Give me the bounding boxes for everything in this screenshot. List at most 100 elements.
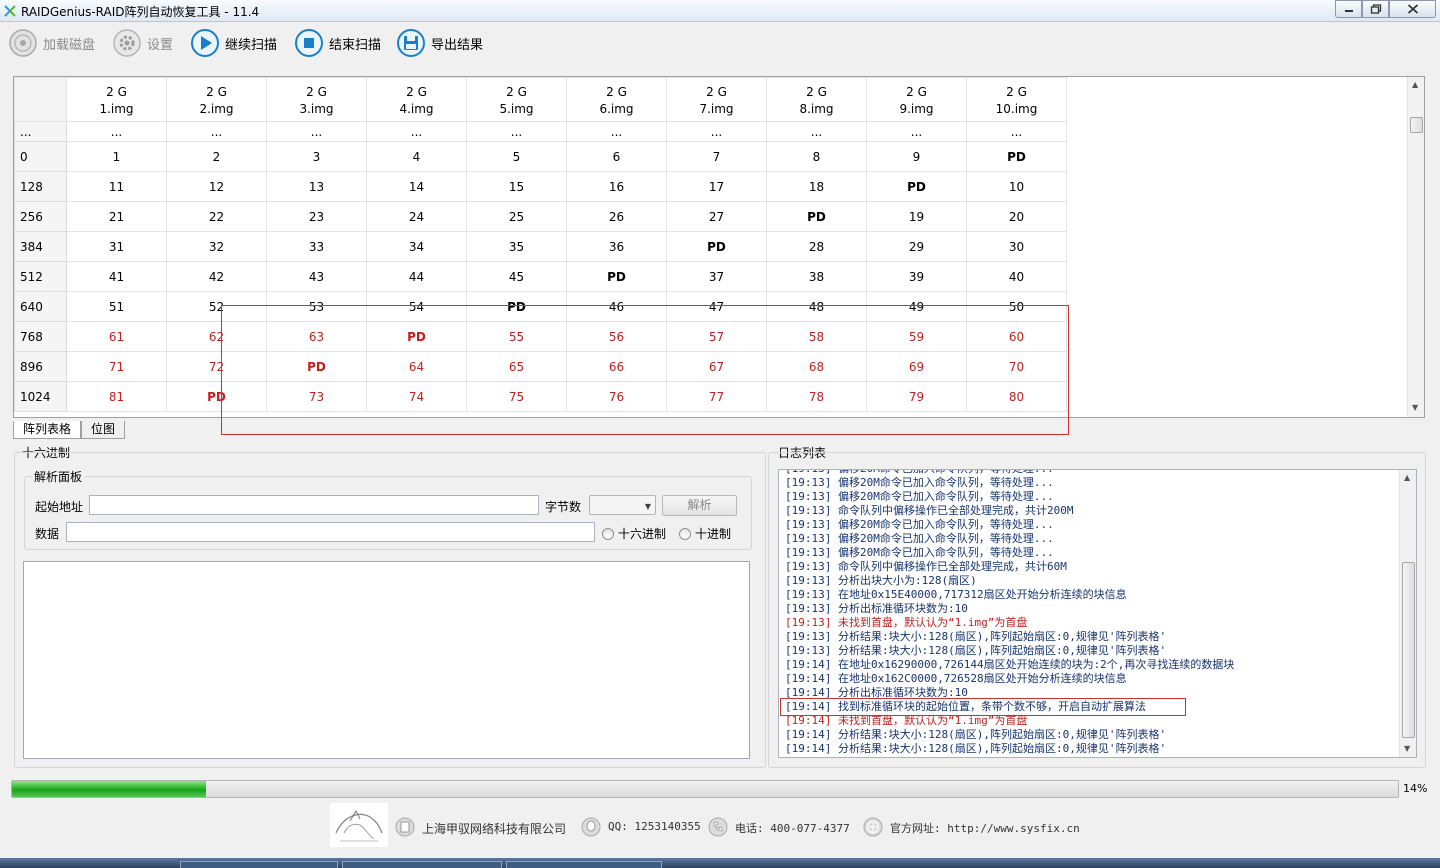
- table-cell[interactable]: 51: [66, 291, 167, 322]
- table-cell[interactable]: 21: [66, 201, 167, 232]
- log-scroll-thumb[interactable]: [1402, 562, 1415, 738]
- table-cell[interactable]: 72: [166, 351, 267, 382]
- column-header-disk[interactable]: 2 G 10.img: [966, 77, 1067, 122]
- table-cell[interactable]: ...: [966, 121, 1067, 142]
- table-cell[interactable]: 56: [566, 321, 667, 352]
- column-header-disk[interactable]: 2 G 1.img: [66, 77, 167, 122]
- raid-array-grid[interactable]: 2 G 1.img 2 G 2.img 2 G 3.img 2 G 4.img 2 G 5.img…: [13, 76, 1425, 418]
- table-cell[interactable]: 75: [466, 381, 567, 412]
- column-header-disk[interactable]: 2 G 7.img: [666, 77, 767, 122]
- table-cell[interactable]: 43: [266, 261, 367, 292]
- table-cell[interactable]: PD: [766, 201, 867, 232]
- log-scroll-down-icon[interactable]: ▼: [1404, 744, 1410, 753]
- grid-vertical-scrollbar[interactable]: ▲ ▼: [1407, 77, 1424, 417]
- table-cell[interactable]: 50: [966, 291, 1067, 322]
- table-cell[interactable]: 69: [866, 351, 967, 382]
- column-header-disk[interactable]: 2 G 3.img: [266, 77, 367, 122]
- table-cell[interactable]: 77: [666, 381, 767, 412]
- table-cell[interactable]: 20: [966, 201, 1067, 232]
- table-cell[interactable]: 74: [366, 381, 467, 412]
- table-cell[interactable]: 60: [966, 321, 1067, 352]
- hex-output-area[interactable]: [23, 561, 750, 759]
- table-cell[interactable]: 33: [266, 231, 367, 262]
- table-cell[interactable]: 47: [666, 291, 767, 322]
- table-cell[interactable]: PD: [166, 381, 267, 412]
- table-cell[interactable]: 15: [466, 171, 567, 202]
- restore-button[interactable]: [1362, 0, 1389, 18]
- table-cell[interactable]: 14: [366, 171, 467, 202]
- taskbar-item[interactable]: [342, 861, 502, 868]
- column-header-disk[interactable]: 2 G 9.img: [866, 77, 967, 122]
- table-cell[interactable]: 49: [866, 291, 967, 322]
- log-vertical-scrollbar[interactable]: ▲ ▼: [1399, 470, 1416, 757]
- table-cell[interactable]: 36: [566, 231, 667, 262]
- table-cell[interactable]: PD: [266, 351, 367, 382]
- table-cell[interactable]: 7: [666, 141, 767, 172]
- table-cell[interactable]: 67: [666, 351, 767, 382]
- table-cell[interactable]: 66: [566, 351, 667, 382]
- table-cell[interactable]: 4: [366, 141, 467, 172]
- column-header-disk[interactable]: 2 G 4.img: [366, 77, 467, 122]
- table-cell[interactable]: 40: [966, 261, 1067, 292]
- radio-hex[interactable]: 十六进制: [602, 525, 666, 542]
- column-header-disk[interactable]: 2 G 6.img: [566, 77, 667, 122]
- table-cell[interactable]: 11: [66, 171, 167, 202]
- table-cell[interactable]: PD: [366, 321, 467, 352]
- table-cell[interactable]: PD: [866, 171, 967, 202]
- table-cell[interactable]: 42: [166, 261, 267, 292]
- grid-scroll-thumb[interactable]: [1410, 117, 1423, 133]
- table-cell[interactable]: 31: [66, 231, 167, 262]
- table-cell[interactable]: 32: [166, 231, 267, 262]
- table-cell[interactable]: 25: [466, 201, 567, 232]
- table-cell[interactable]: 68: [766, 351, 867, 382]
- table-cell[interactable]: 80: [966, 381, 1067, 412]
- load-disk-button[interactable]: 加载磁盘: [8, 27, 95, 59]
- table-cell[interactable]: ...: [66, 121, 167, 142]
- column-header-disk[interactable]: 2 G 5.img: [466, 77, 567, 122]
- taskbar-item[interactable]: [506, 861, 662, 868]
- tab-bitmap[interactable]: 位图: [81, 421, 126, 439]
- table-cell[interactable]: 52: [166, 291, 267, 322]
- table-cell[interactable]: PD: [466, 291, 567, 322]
- close-button[interactable]: [1389, 0, 1436, 18]
- data-input[interactable]: [66, 522, 595, 542]
- table-cell[interactable]: 46: [566, 291, 667, 322]
- table-cell[interactable]: 78: [766, 381, 867, 412]
- table-cell[interactable]: 18: [766, 171, 867, 202]
- table-cell[interactable]: 37: [666, 261, 767, 292]
- table-cell[interactable]: ...: [266, 121, 367, 142]
- table-cell[interactable]: 54: [366, 291, 467, 322]
- table-cell[interactable]: PD: [666, 231, 767, 262]
- table-cell[interactable]: PD: [966, 141, 1067, 172]
- table-cell[interactable]: 39: [866, 261, 967, 292]
- table-cell[interactable]: 73: [266, 381, 367, 412]
- table-cell[interactable]: 23: [266, 201, 367, 232]
- table-cell[interactable]: 41: [66, 261, 167, 292]
- table-cell[interactable]: 81: [66, 381, 167, 412]
- table-cell[interactable]: 9: [866, 141, 967, 172]
- table-cell[interactable]: 70: [966, 351, 1067, 382]
- table-cell[interactable]: 1: [66, 141, 167, 172]
- export-result-button[interactable]: 导出结果: [396, 27, 483, 59]
- table-cell[interactable]: 12: [166, 171, 267, 202]
- table-cell[interactable]: 64: [366, 351, 467, 382]
- table-cell[interactable]: 65: [466, 351, 567, 382]
- table-cell[interactable]: 55: [466, 321, 567, 352]
- table-cell[interactable]: 35: [466, 231, 567, 262]
- table-cell[interactable]: 17: [666, 171, 767, 202]
- table-cell[interactable]: ...: [166, 121, 267, 142]
- table-cell[interactable]: 62: [166, 321, 267, 352]
- table-cell[interactable]: 63: [266, 321, 367, 352]
- table-cell[interactable]: 38: [766, 261, 867, 292]
- radio-decimal[interactable]: 十进制: [679, 525, 731, 542]
- table-cell[interactable]: ...: [566, 121, 667, 142]
- table-cell[interactable]: 26: [566, 201, 667, 232]
- settings-button[interactable]: 设置: [112, 27, 173, 59]
- table-cell[interactable]: 79: [866, 381, 967, 412]
- table-cell[interactable]: 22: [166, 201, 267, 232]
- scroll-up-icon[interactable]: ▲: [1412, 80, 1418, 89]
- minimize-button[interactable]: [1335, 0, 1362, 18]
- start-address-input[interactable]: [89, 495, 539, 515]
- table-cell[interactable]: 53: [266, 291, 367, 322]
- continue-scan-button[interactable]: 继续扫描: [190, 27, 277, 59]
